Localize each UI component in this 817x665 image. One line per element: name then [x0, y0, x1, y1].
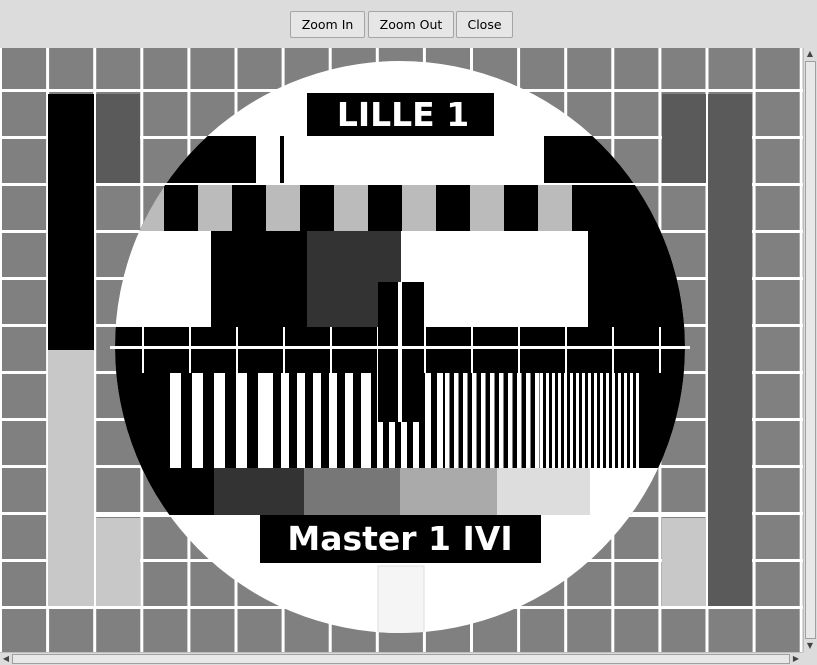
left-dark-block	[96, 94, 140, 184]
close-button[interactable]: Close	[456, 11, 513, 38]
right-dark-bar	[708, 94, 752, 606]
scroll-down-arrow-icon[interactable]: ▼	[804, 640, 816, 652]
scroll-left-arrow-icon[interactable]: ◀	[0, 653, 12, 665]
left-light-block	[96, 518, 140, 606]
zoom-in-button[interactable]: Zoom In	[290, 11, 365, 38]
scrollbar-corner	[803, 652, 817, 665]
horizontal-scrollbar[interactable]: ◀ ▶	[0, 652, 803, 665]
image-viewport[interactable]: LILLE 1 Master 1 IVI	[0, 48, 803, 652]
bottom-caption: Master 1 IVI	[287, 519, 512, 558]
scroll-right-arrow-icon[interactable]: ▶	[790, 653, 802, 665]
left-light-bar	[48, 350, 94, 606]
vertical-scroll-thumb[interactable]	[805, 61, 816, 639]
top-caption: LILLE 1	[337, 95, 469, 134]
test-pattern-image: LILLE 1 Master 1 IVI	[0, 48, 803, 652]
left-black-bar	[48, 94, 94, 350]
toolbar: Zoom In Zoom Out Close	[0, 0, 817, 48]
zoom-out-button[interactable]: Zoom Out	[368, 11, 454, 38]
horizontal-scroll-thumb[interactable]	[12, 654, 790, 664]
right-dark-block	[662, 94, 706, 184]
scroll-up-arrow-icon[interactable]: ▲	[804, 48, 816, 60]
vertical-scrollbar[interactable]: ▲ ▼	[803, 48, 817, 652]
right-light-block	[662, 518, 706, 606]
